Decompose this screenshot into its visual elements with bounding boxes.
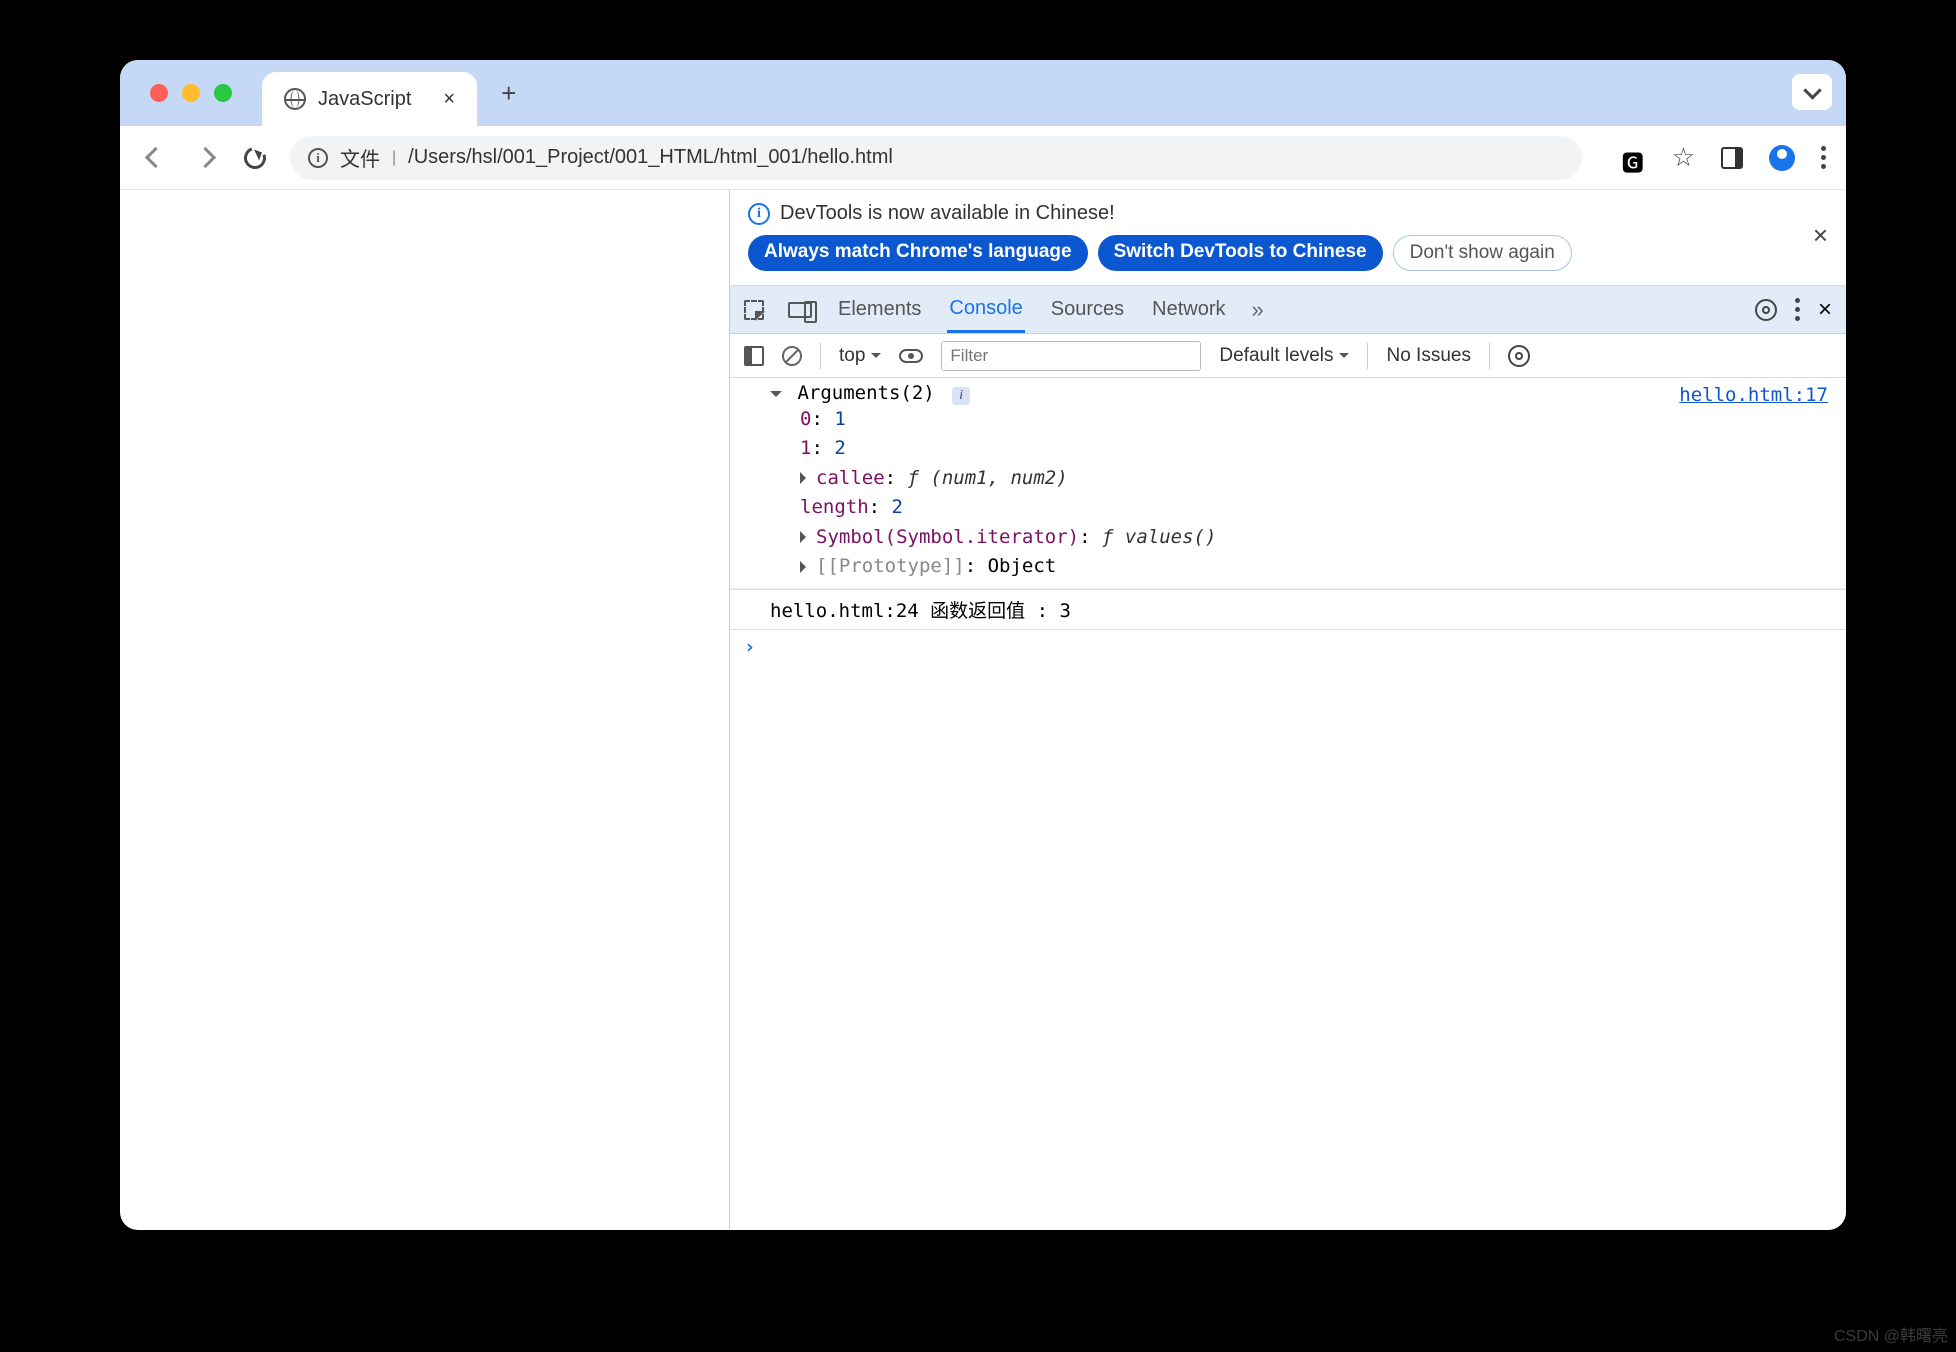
source-link[interactable]: hello.html:24 (770, 600, 919, 622)
translate-icon[interactable]: 🅶 (1622, 146, 1646, 170)
console-output: hello.html:17 Arguments(2) i 0: 1 1: 2 c… (730, 378, 1846, 1230)
minimize-window-button[interactable] (182, 84, 200, 102)
clear-console-icon[interactable] (782, 346, 802, 366)
toolbar-right: 🅶 ☆ (1622, 142, 1826, 173)
arrow-left-icon (144, 147, 165, 168)
dont-show-again-button[interactable]: Don't show again (1393, 235, 1572, 271)
console-message: hello.html:17 Arguments(2) i 0: 1 1: 2 c… (730, 378, 1846, 589)
tab-sources[interactable]: Sources (1049, 288, 1126, 331)
chevron-down-icon (1803, 81, 1821, 99)
devtools-panel: i DevTools is now available in Chinese! … (730, 190, 1846, 1230)
traffic-lights (150, 84, 232, 102)
object-summary: Arguments(2) (797, 382, 934, 404)
context-selector[interactable]: top (839, 345, 881, 367)
device-toolbar-icon[interactable] (788, 302, 812, 318)
site-info-icon[interactable]: i (308, 148, 328, 168)
caret-down-icon (770, 391, 782, 403)
tab-strip: JavaScript × + (120, 60, 1846, 126)
infobar-close-button[interactable]: × (1813, 220, 1828, 251)
match-language-button[interactable]: Always match Chrome's language (748, 235, 1088, 271)
console-prompt[interactable]: › (730, 630, 1846, 664)
issues-label[interactable]: No Issues (1386, 345, 1470, 367)
info-badge-icon[interactable]: i (952, 387, 970, 405)
close-window-button[interactable] (150, 84, 168, 102)
new-tab-button[interactable]: + (501, 78, 516, 109)
arrow-right-icon (194, 147, 215, 168)
reload-button[interactable] (240, 143, 270, 173)
settings-gear-icon[interactable] (1755, 299, 1777, 321)
caret-right-icon (800, 531, 812, 543)
watermark: CSDN @韩曙亮 (1834, 1322, 1948, 1346)
log-text: 函数返回值 : 3 (930, 600, 1071, 622)
fullscreen-window-button[interactable] (214, 84, 232, 102)
console-message: hello.html:24 函数返回值 : 3 (730, 589, 1846, 630)
object-property[interactable]: 1: 2 (770, 434, 1832, 463)
address-bar: i 文件 | /Users/hsl/001_Project/001_HTML/h… (120, 126, 1846, 190)
globe-icon (284, 88, 306, 110)
tab-network[interactable]: Network (1150, 288, 1227, 331)
bookmark-icon[interactable]: ☆ (1672, 142, 1695, 173)
console-settings-icon[interactable] (1508, 345, 1530, 367)
tab-elements[interactable]: Elements (836, 288, 923, 331)
reload-icon (240, 143, 269, 172)
browser-tab[interactable]: JavaScript × (262, 72, 477, 126)
omnibox[interactable]: i 文件 | /Users/hsl/001_Project/001_HTML/h… (290, 136, 1582, 180)
devtools-menu-icon[interactable] (1795, 298, 1800, 321)
content-split: i DevTools is now available in Chinese! … (120, 190, 1846, 1230)
browser-window: JavaScript × + i 文件 | /Users/hsl/001_Pro… (120, 60, 1846, 1230)
object-property[interactable]: [[Prototype]]: Object (770, 552, 1832, 581)
info-icon: i (748, 203, 770, 225)
caret-right-icon (800, 561, 812, 573)
live-expression-icon[interactable] (899, 349, 923, 363)
devtools-locale-infobar: i DevTools is now available in Chinese! … (730, 190, 1846, 286)
dropdown-caret-icon (871, 353, 881, 363)
page-viewport (120, 190, 730, 1230)
source-link[interactable]: hello.html:17 (1679, 384, 1828, 406)
object-property[interactable]: length: 2 (770, 493, 1832, 522)
tab-console[interactable]: Console (947, 287, 1024, 333)
inspect-element-icon[interactable] (744, 300, 764, 320)
infobar-message: DevTools is now available in Chinese! (780, 202, 1115, 225)
url-scheme: 文件 (340, 143, 380, 172)
object-header[interactable]: Arguments(2) i (770, 382, 1832, 405)
profile-avatar[interactable] (1769, 145, 1795, 171)
url-path: /Users/hsl/001_Project/001_HTML/html_001… (408, 146, 893, 169)
object-property[interactable]: 0: 1 (770, 405, 1832, 434)
devtools-close-button[interactable]: × (1818, 296, 1832, 324)
tab-search-button[interactable] (1792, 74, 1832, 110)
side-panel-icon[interactable] (1721, 147, 1743, 169)
nav-forward-button[interactable] (190, 143, 220, 173)
object-property[interactable]: callee: ƒ (num1, num2) (770, 464, 1832, 493)
more-tabs-icon[interactable]: » (1252, 297, 1264, 323)
log-levels-selector[interactable]: Default levels (1219, 345, 1349, 367)
console-toolbar: top Default levels No Issues (730, 334, 1846, 378)
context-label: top (839, 345, 865, 367)
object-property[interactable]: Symbol(Symbol.iterator): ƒ values() (770, 523, 1832, 552)
nav-back-button[interactable] (140, 143, 170, 173)
console-sidebar-icon[interactable] (744, 346, 764, 366)
devtools-tab-bar: Elements Console Sources Network » × (730, 286, 1846, 334)
switch-language-button[interactable]: Switch DevTools to Chinese (1098, 235, 1383, 271)
tab-title: JavaScript (318, 88, 411, 111)
filter-input[interactable] (941, 341, 1201, 371)
dropdown-caret-icon (1339, 353, 1349, 363)
caret-right-icon (800, 472, 812, 484)
levels-label: Default levels (1219, 345, 1333, 367)
kebab-menu-icon[interactable] (1821, 146, 1826, 169)
tab-close-button[interactable]: × (443, 88, 455, 111)
